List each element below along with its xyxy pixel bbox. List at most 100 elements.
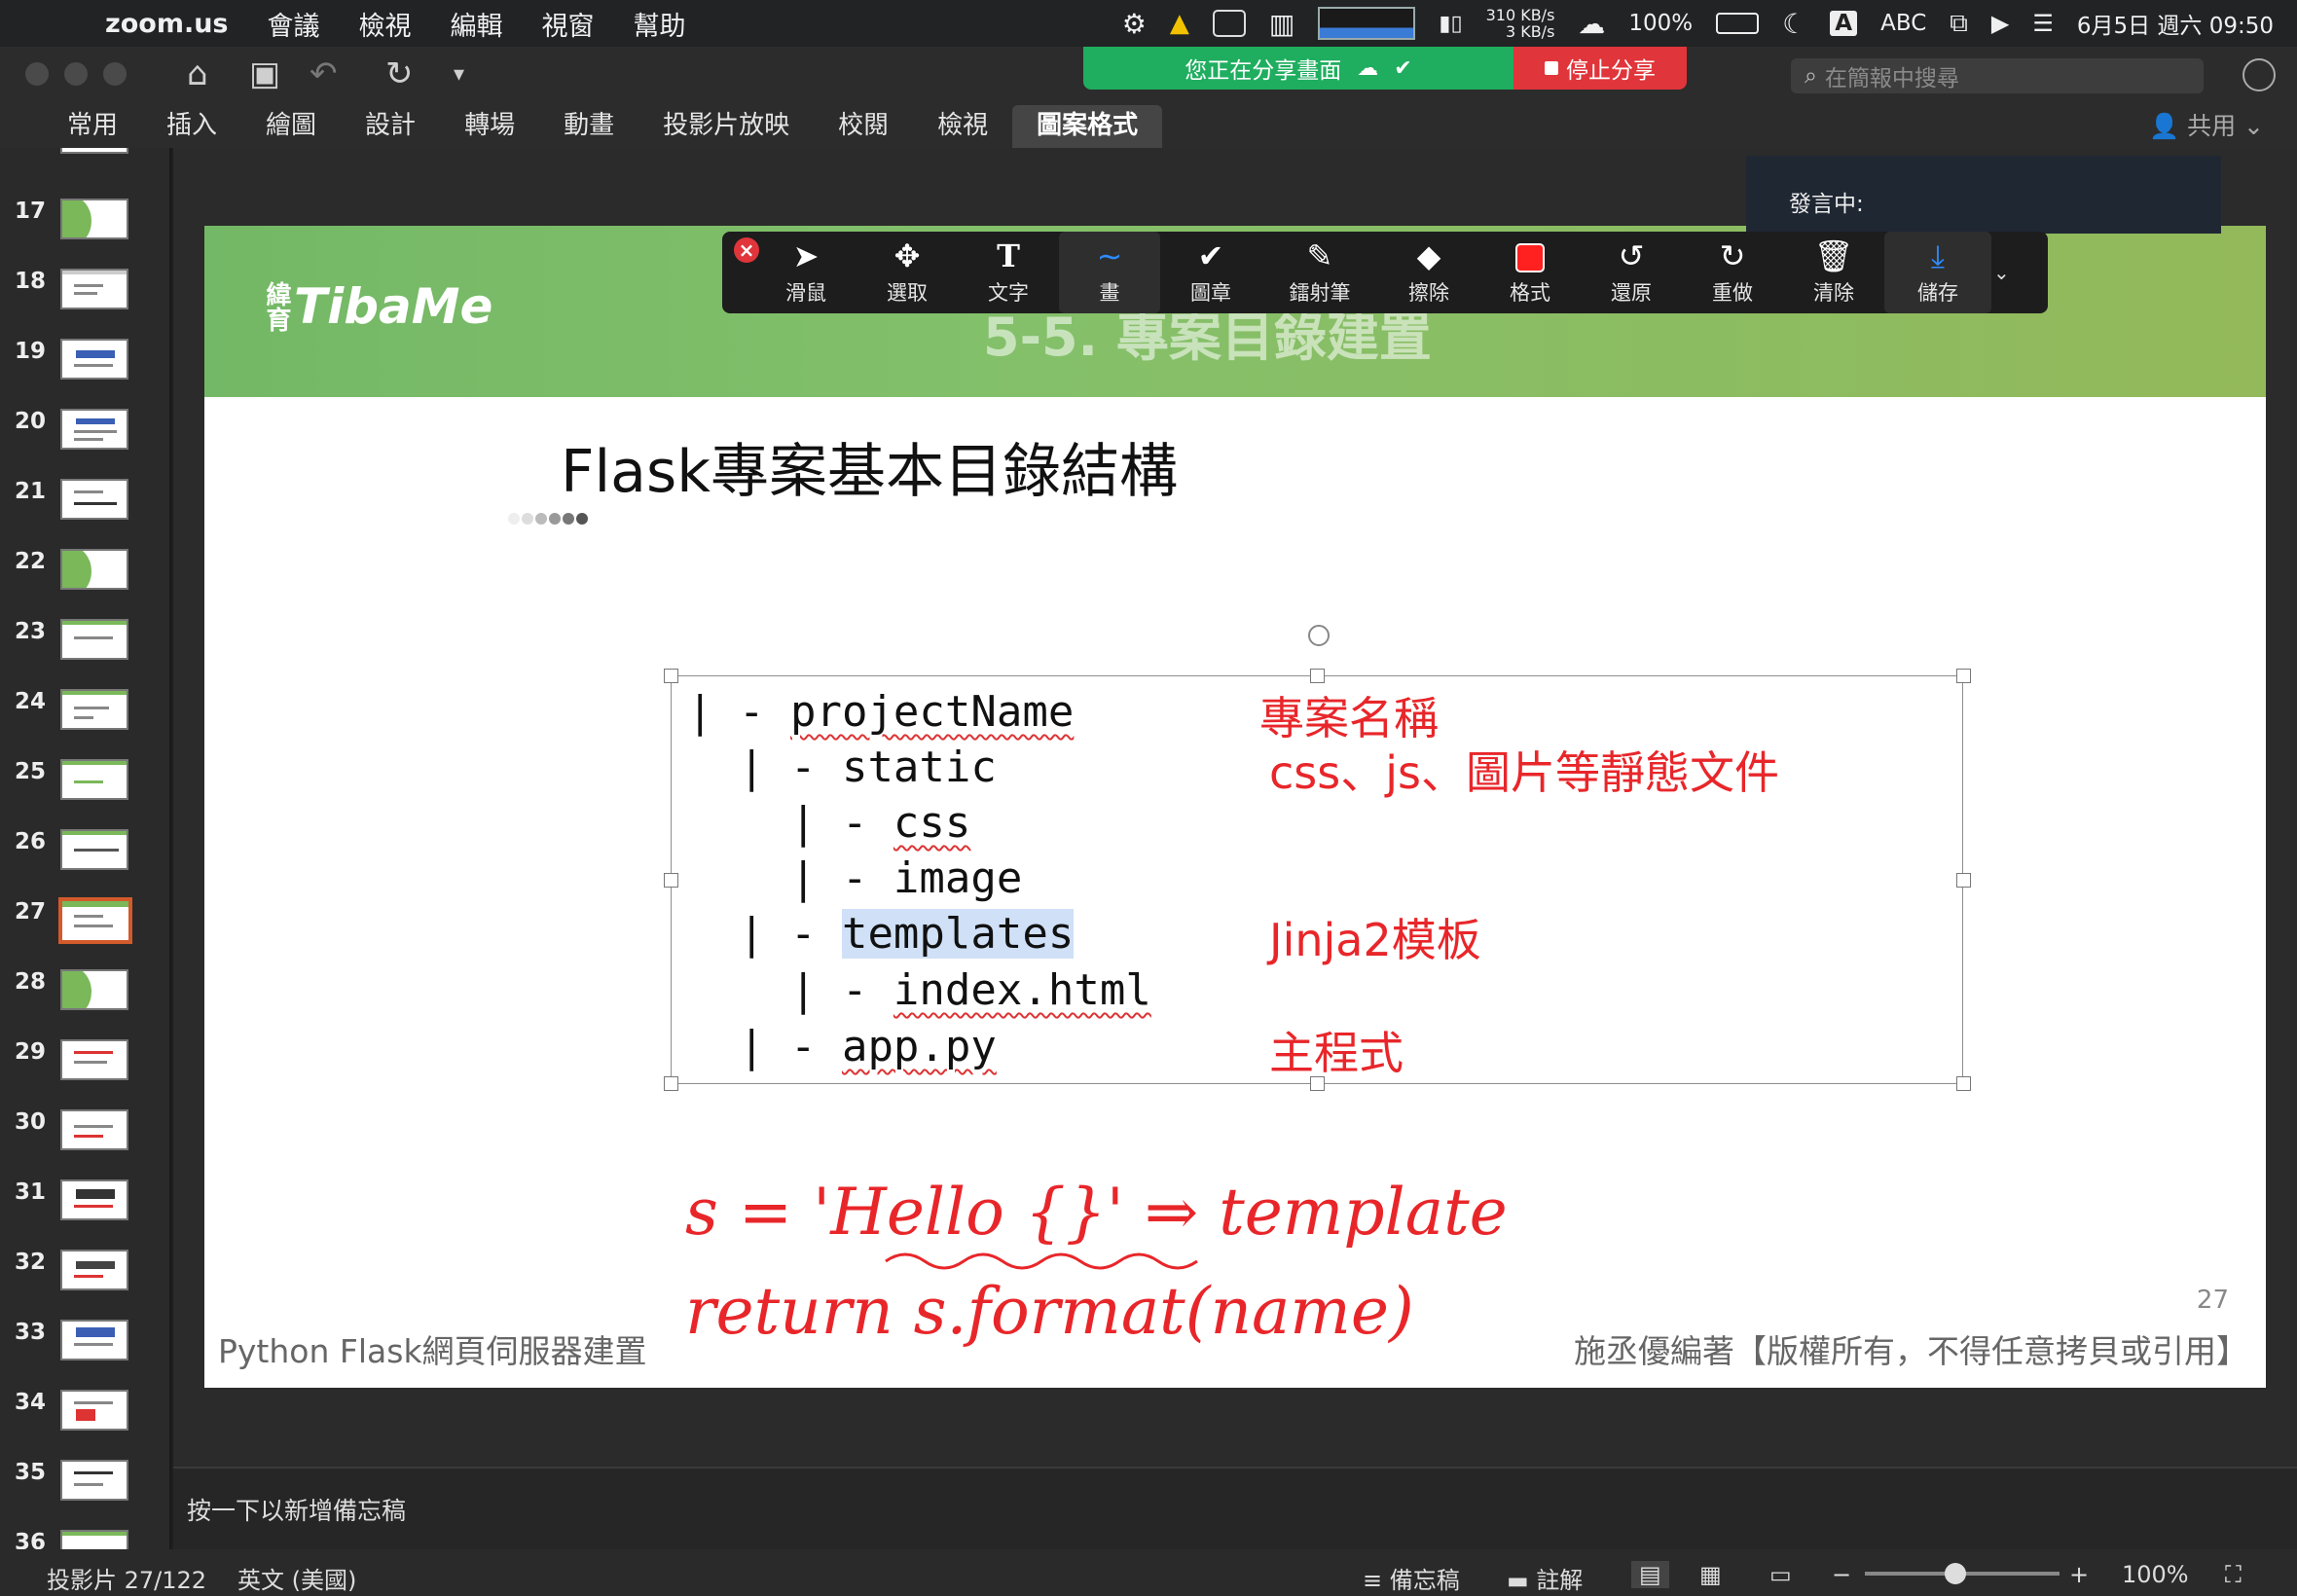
menu-view[interactable]: 檢視 (359, 5, 412, 43)
thumbnail-row[interactable]: 23 (0, 619, 169, 689)
resize-handle-br[interactable] (1956, 1076, 1971, 1091)
thumbnail-row[interactable]: 29 (0, 1039, 169, 1109)
slide-thumbnail-pane[interactable]: 17 18 19 20 21 22 23 24 25 26 27 28 29 3… (0, 148, 171, 1549)
clock-datetime[interactable]: 6月5日 週六 09:50 (2077, 7, 2274, 40)
search-input[interactable]: ⌕ 在簡報中搜尋 (1791, 58, 2204, 93)
memory-icon[interactable]: ▮▯ (1439, 12, 1462, 36)
tool-undo[interactable]: ↺ 還原 (1581, 232, 1682, 313)
thumbnail-row[interactable]: 25 (0, 759, 169, 829)
tool-text[interactable]: T 文字 (958, 232, 1059, 313)
cloud-upload-icon[interactable]: ☁ (1578, 8, 1605, 40)
redo-icon[interactable]: ↻ (385, 54, 414, 93)
resize-handle-r[interactable] (1956, 873, 1971, 888)
thumbnail-row[interactable]: 26 (0, 829, 169, 899)
menu-app-name[interactable]: zoom.us (105, 9, 229, 39)
tab-slideshow[interactable]: 投影片放映 (638, 105, 814, 148)
notes-toggle-button[interactable]: ≡ 備忘稿 (1363, 1561, 1460, 1595)
resize-handle-bl[interactable] (664, 1076, 678, 1091)
tab-design[interactable]: 設計 (341, 105, 440, 148)
home-icon[interactable]: ⌂ (187, 54, 208, 93)
save-icon[interactable]: ▣ (249, 54, 280, 93)
tool-laser-pen[interactable]: ✎ 鐳射筆 (1261, 232, 1378, 313)
customize-toolbar-icon[interactable]: ▾ (454, 62, 464, 87)
menu-help[interactable]: 幫助 (634, 5, 686, 43)
zoom-level[interactable]: 100% (2122, 1561, 2189, 1588)
tool-eraser[interactable]: ◆ 擦除 (1378, 232, 1479, 313)
tab-view[interactable]: 檢視 (913, 105, 1012, 148)
slide[interactable]: 緯育 TibaMe 5-5. 專案目錄建置 Flask專案基本目錄結構 | - … (204, 226, 2266, 1388)
thumbnail-row[interactable]: 35 (0, 1460, 169, 1530)
menu-edit[interactable]: 編輯 (451, 5, 503, 43)
moon-icon[interactable]: ☾ (1782, 8, 1806, 40)
thumbnail-row[interactable]: 34 (0, 1390, 169, 1460)
screen-icon[interactable] (1212, 10, 1246, 37)
thumbnail-row[interactable]: 22 (0, 549, 169, 619)
language-indicator[interactable]: 英文 (美國) (237, 1561, 356, 1595)
thumbnail-row[interactable]: 28 (0, 969, 169, 1039)
resize-handle-l[interactable] (664, 873, 678, 888)
thumbnail-row[interactable]: 21 (0, 479, 169, 549)
rotate-handle[interactable] (1308, 625, 1330, 646)
tab-draw[interactable]: 繪圖 (241, 105, 341, 148)
control-center-icon[interactable]: ☰ (2032, 10, 2054, 37)
input-source-icon[interactable]: A (1830, 11, 1858, 36)
tab-home[interactable]: 常用 (43, 105, 142, 148)
window-minimize-button[interactable] (64, 62, 88, 86)
close-annotation-icon[interactable]: × (734, 237, 759, 263)
battery-icon[interactable] (1716, 13, 1760, 34)
slide-sorter-icon[interactable]: ▦ (1699, 1561, 1722, 1588)
thumbnail-row[interactable]: 36 (0, 1530, 169, 1549)
zoom-out-icon[interactable]: − (1832, 1561, 1851, 1588)
tool-save[interactable]: ⤓ 儲存 (1884, 232, 1991, 313)
tool-redo[interactable]: ↻ 重做 (1682, 232, 1783, 313)
network-speed[interactable]: 310 KB/s 3 KB/s (1486, 7, 1555, 40)
thumbnail-row[interactable]: 19 (0, 339, 169, 409)
window-close-button[interactable] (25, 62, 49, 86)
presenter-view-icon[interactable]: ▭ (1769, 1561, 1792, 1588)
resize-handle-tr[interactable] (1956, 669, 1971, 683)
thumbnail-row[interactable]: 30 (0, 1109, 169, 1179)
thumbnail-row[interactable]: 20 (0, 409, 169, 479)
share-status[interactable]: 您正在分享畫面 ☁ ✔ (1083, 47, 1513, 90)
feedback-smile-icon[interactable] (2242, 58, 2276, 91)
thumbnail-16[interactable] (0, 148, 169, 206)
thumbnail-row[interactable]: 18 (0, 269, 169, 339)
warning-icon[interactable]: ▲ (1170, 9, 1189, 38)
undo-icon[interactable]: ↶ (310, 54, 338, 93)
zoom-in-icon[interactable]: + (2069, 1561, 2089, 1588)
normal-view-icon[interactable]: ▤ (1631, 1561, 1669, 1588)
slide-title[interactable]: Flask專案基本目錄結構 (561, 424, 1178, 509)
tool-format[interactable]: 格式 (1479, 232, 1581, 313)
tab-review[interactable]: 校閱 (814, 105, 913, 148)
thumbnail-row[interactable]: 17 (0, 199, 169, 269)
tool-select[interactable]: ✥ 選取 (857, 232, 958, 313)
tool-clear[interactable]: 🗑 清除 (1783, 232, 1884, 313)
tab-animations[interactable]: 動畫 (539, 105, 638, 148)
save-options-chevron-icon[interactable]: ⌄ (1993, 261, 2010, 284)
input-source-label[interactable]: ABC (1880, 11, 1926, 36)
resize-handle-tl[interactable] (664, 669, 678, 683)
cpu-graph-icon[interactable] (1318, 7, 1416, 40)
tool-stamp[interactable]: ✔ 圖章 (1160, 232, 1261, 313)
comments-button[interactable]: ▬ 註解 (1507, 1561, 1583, 1595)
thumbnail-row[interactable]: 32 (0, 1250, 169, 1320)
resize-handle-t[interactable] (1310, 669, 1325, 683)
zoom-slider-thumb[interactable] (1945, 1563, 1966, 1584)
thumbnail-row[interactable]: 33 (0, 1320, 169, 1390)
tool-mouse[interactable]: ➤ 滑鼠 (755, 232, 857, 313)
menu-meeting[interactable]: 會議 (268, 5, 320, 43)
share-button[interactable]: 👤 共用 ⌄ (2149, 107, 2264, 142)
stop-share-button[interactable]: 停止分享 (1513, 47, 1687, 90)
thumbnail-row[interactable]: 31 (0, 1179, 169, 1250)
tab-transitions[interactable]: 轉場 (440, 105, 539, 148)
fit-to-window-icon[interactable]: ⛶ (2225, 1561, 2242, 1588)
tab-shape-format[interactable]: 圖案格式 (1012, 105, 1163, 148)
thumbnail-row[interactable]: 24 (0, 689, 169, 759)
window-zoom-button[interactable] (103, 62, 127, 86)
settings-status-icon[interactable]: ⚙ (1122, 8, 1147, 40)
window-icon[interactable]: ⧉ (1950, 9, 1968, 39)
tab-insert[interactable]: 插入 (142, 105, 241, 148)
layout-icon[interactable]: ▥ (1269, 8, 1294, 40)
thumbnail-row-selected[interactable]: 27 (0, 897, 169, 969)
play-icon[interactable]: ▶ (1991, 10, 2009, 37)
